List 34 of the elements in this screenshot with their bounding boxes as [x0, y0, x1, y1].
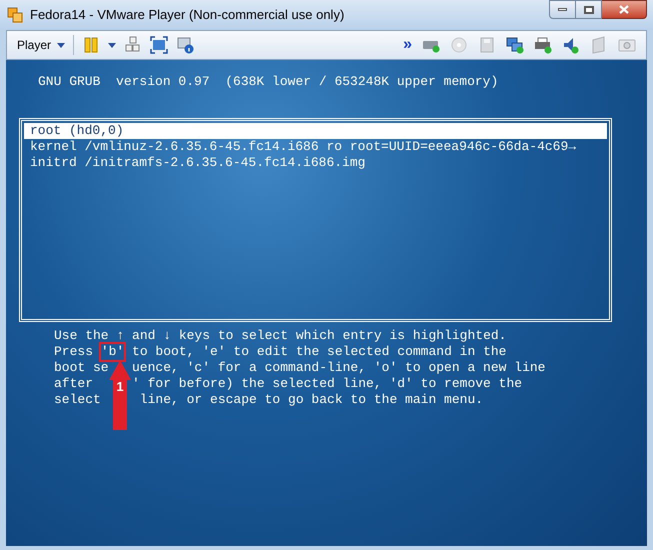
- boxes-icon[interactable]: [124, 36, 142, 54]
- annotation-number: 1: [116, 380, 124, 393]
- window-info-icon[interactable]: [176, 36, 194, 54]
- caret-icon[interactable]: [108, 42, 116, 48]
- boot-entry[interactable]: kernel /vmlinuz-2.6.35.6-45.fc14.i686 ro root=UUID=eeea946c-66da-4c69→: [24, 139, 607, 155]
- app-icon: [6, 6, 24, 24]
- close-button[interactable]: [602, 0, 647, 19]
- network-icon[interactable]: [506, 36, 524, 54]
- help-text: ' for before) the selected line, 'd' to remove the: [132, 376, 522, 392]
- help-text: Press: [54, 344, 94, 360]
- help-text: select: [54, 392, 101, 408]
- caret-icon: [57, 42, 66, 48]
- help-text: after: [54, 376, 94, 392]
- window-title: Fedora14 - VMware Player (Non-commercial use only): [30, 6, 344, 24]
- speaker-icon[interactable]: [562, 36, 580, 54]
- fullscreen-icon[interactable]: [150, 36, 168, 54]
- help-text: boot se: [54, 360, 109, 376]
- help-text: Use the ↑ and ↓ keys to select which entry is highlighted.: [54, 328, 508, 344]
- grub-header: GNU GRUB version 0.97 (638K lower / 653248K upper memory): [38, 74, 500, 90]
- close-icon: [619, 5, 629, 14]
- help-text: to boot, 'e' to edit the selected command in the: [131, 344, 506, 360]
- boot-entry[interactable]: initrd /initramfs-2.6.35.6-45.fc14.i686.img: [24, 155, 607, 171]
- maximize-button[interactable]: [576, 0, 602, 19]
- highlighted-key: 'b': [100, 344, 124, 360]
- player-menu[interactable]: Player: [17, 36, 66, 54]
- printer-icon[interactable]: [534, 36, 552, 54]
- restore-icon: [584, 6, 594, 14]
- help-text: uence, 'c' for a command-line, 'o' to open a new line: [132, 360, 546, 376]
- boot-entry[interactable]: root (hd0,0): [24, 123, 607, 139]
- minimize-button[interactable]: [549, 0, 576, 19]
- help-text: line, or escape to go back to the main menu.: [138, 392, 484, 408]
- more-chevron[interactable]: »: [403, 37, 412, 53]
- pause-icon[interactable]: [82, 36, 100, 54]
- minimize-icon: [558, 8, 567, 11]
